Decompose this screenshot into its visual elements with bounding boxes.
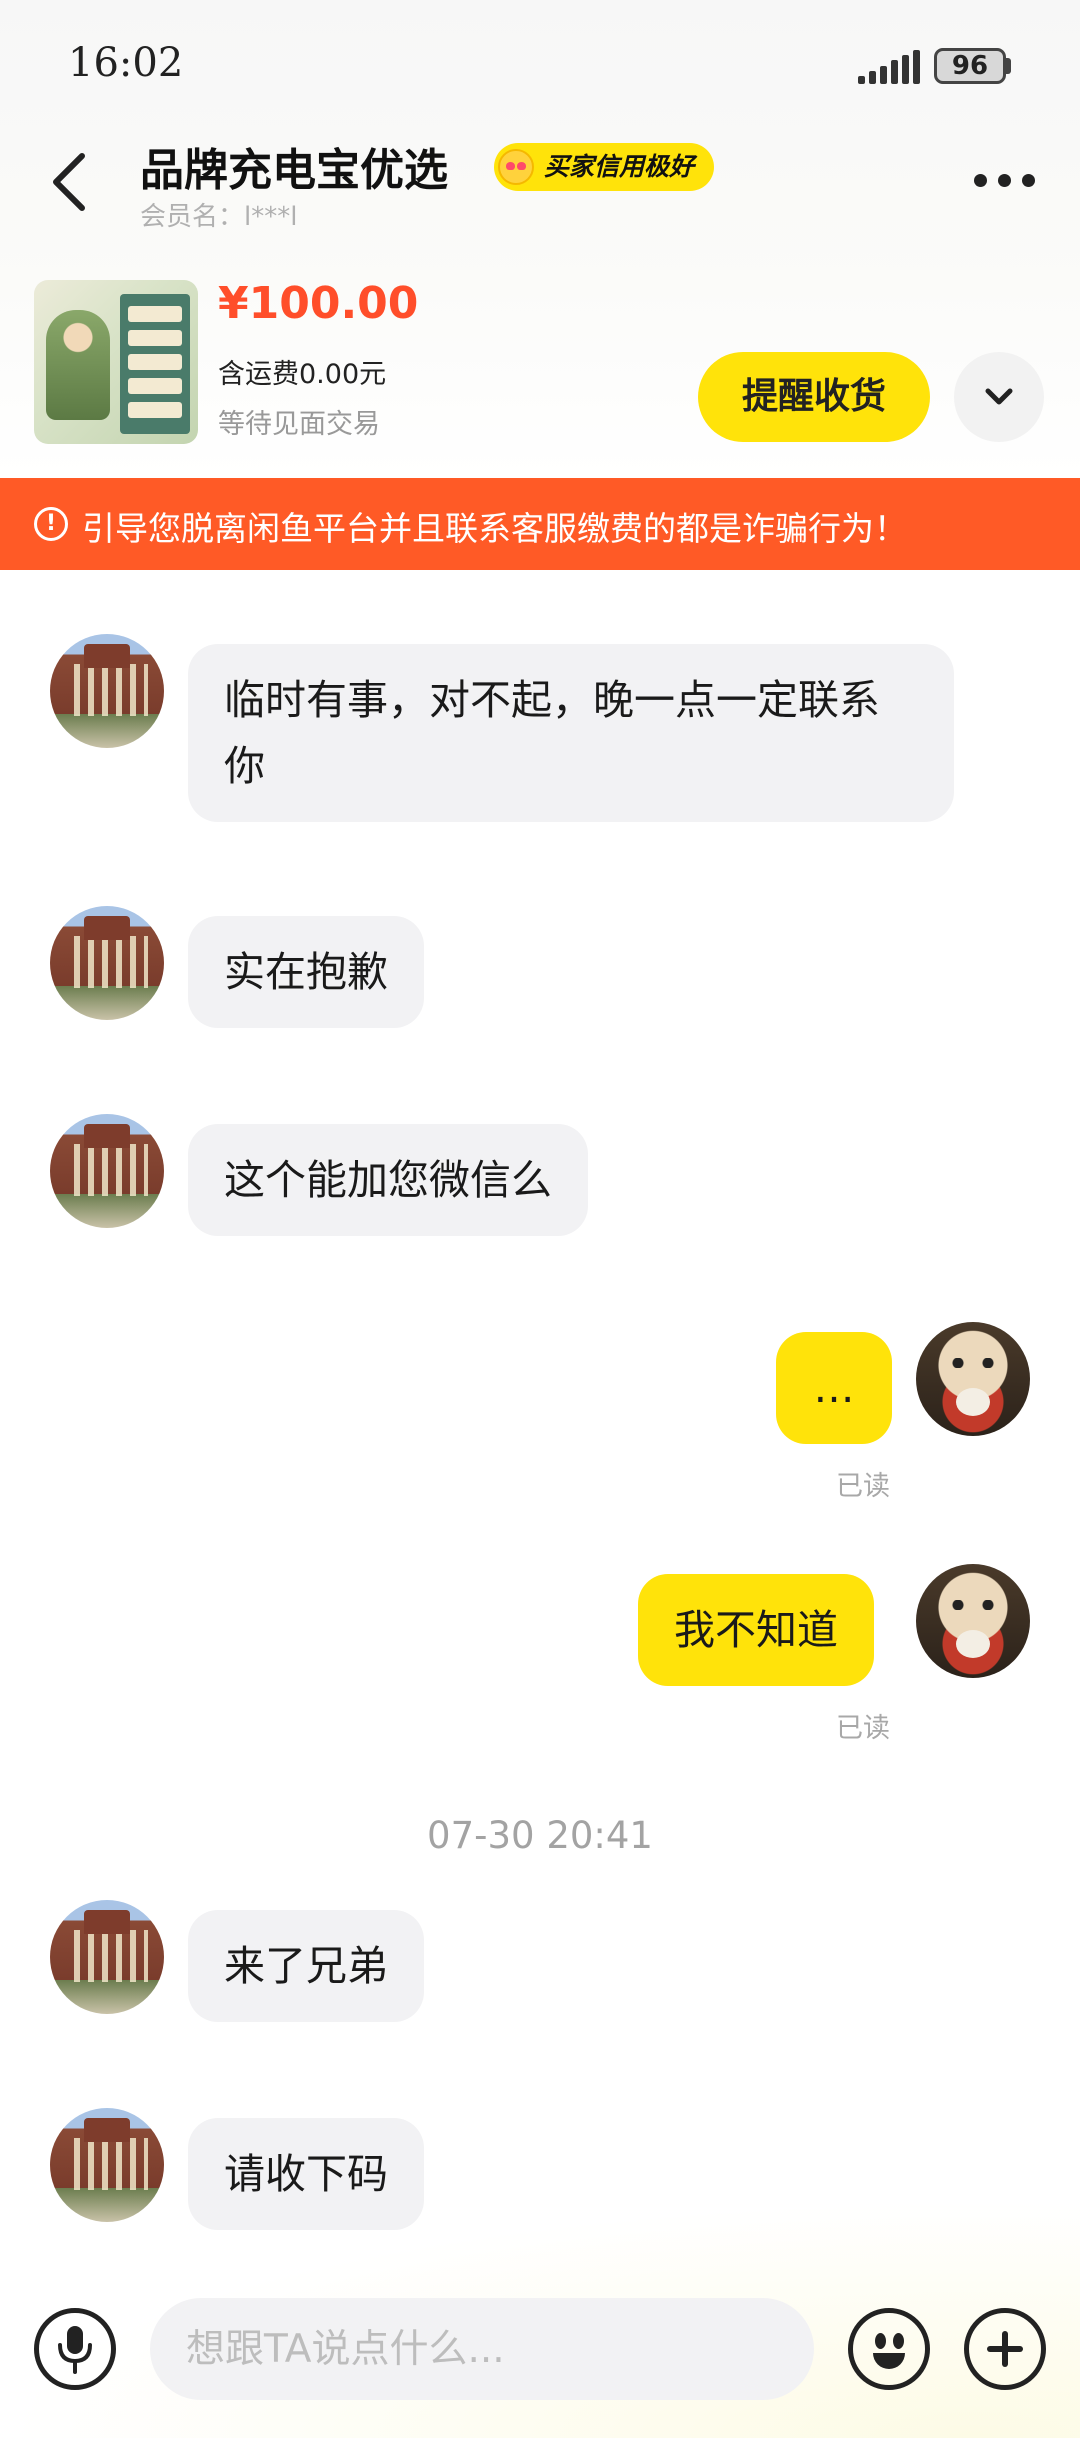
seller-avatar[interactable] xyxy=(50,1114,164,1228)
exclamation-circle-icon: ! xyxy=(34,507,68,541)
deal-status: 等待见面交易 xyxy=(218,409,380,440)
expand-button[interactable] xyxy=(954,352,1044,442)
heart-eyes-emoji-icon xyxy=(498,149,534,185)
page-title: 品牌充电宝优选 xyxy=(140,145,448,196)
user-avatar[interactable] xyxy=(916,1564,1030,1678)
microphone-icon[interactable] xyxy=(34,2308,116,2390)
seller-avatar[interactable] xyxy=(50,634,164,748)
more-icon[interactable] xyxy=(970,160,1040,200)
fraud-warning-banner: ! 引导您脱离闲鱼平台并且联系客服缴费的都是诈骗行为！ xyxy=(0,478,1080,570)
message-bubble[interactable]: 来了兄弟 xyxy=(188,1910,424,2022)
product-thumbnail[interactable] xyxy=(34,280,198,444)
remind-receipt-button[interactable]: 提醒收货 xyxy=(698,352,930,442)
signal-icon xyxy=(858,50,920,84)
product-price: ¥100.00 xyxy=(218,278,419,329)
credit-badge-label: 买家信用极好 xyxy=(544,152,695,181)
member-name: 会员名：l***l xyxy=(140,202,298,232)
read-status: 已读 xyxy=(836,1713,890,1744)
message-bubble[interactable]: 临时有事，对不起，晚一点一定联系你 xyxy=(188,644,954,822)
read-status: 已读 xyxy=(836,1471,890,1502)
message-bubble[interactable]: … xyxy=(776,1332,892,1444)
message-bubble[interactable]: 请收下码 xyxy=(188,2118,424,2230)
battery-tip xyxy=(1006,58,1011,74)
emoji-icon[interactable] xyxy=(848,2308,930,2390)
back-arrow-icon[interactable] xyxy=(44,150,100,214)
message-bubble[interactable]: 这个能加您微信么 xyxy=(188,1124,588,1236)
chevron-down-icon xyxy=(985,388,1013,405)
status-time: 16:02 xyxy=(68,40,184,86)
credit-badge: 买家信用极好 xyxy=(494,143,715,191)
user-avatar[interactable] xyxy=(916,1322,1030,1436)
message-bubble[interactable]: 实在抱歉 xyxy=(188,916,424,1028)
battery-icon: 96 xyxy=(934,48,1006,84)
message-input[interactable] xyxy=(150,2298,814,2400)
seller-avatar[interactable] xyxy=(50,2108,164,2222)
seller-avatar[interactable] xyxy=(50,1900,164,2014)
shipping-fee: 含运费0.00元 xyxy=(218,359,387,390)
fraud-warning-text: 引导您脱离闲鱼平台并且联系客服缴费的都是诈骗行为！ xyxy=(82,509,907,548)
status-bar: 16:02 96 xyxy=(0,0,1080,120)
plus-icon[interactable] xyxy=(964,2308,1046,2390)
message-bubble[interactable]: 我不知道 xyxy=(638,1574,874,1686)
message-timestamp: 07-30 20:41 xyxy=(427,1814,653,1857)
seller-avatar[interactable] xyxy=(50,906,164,1020)
